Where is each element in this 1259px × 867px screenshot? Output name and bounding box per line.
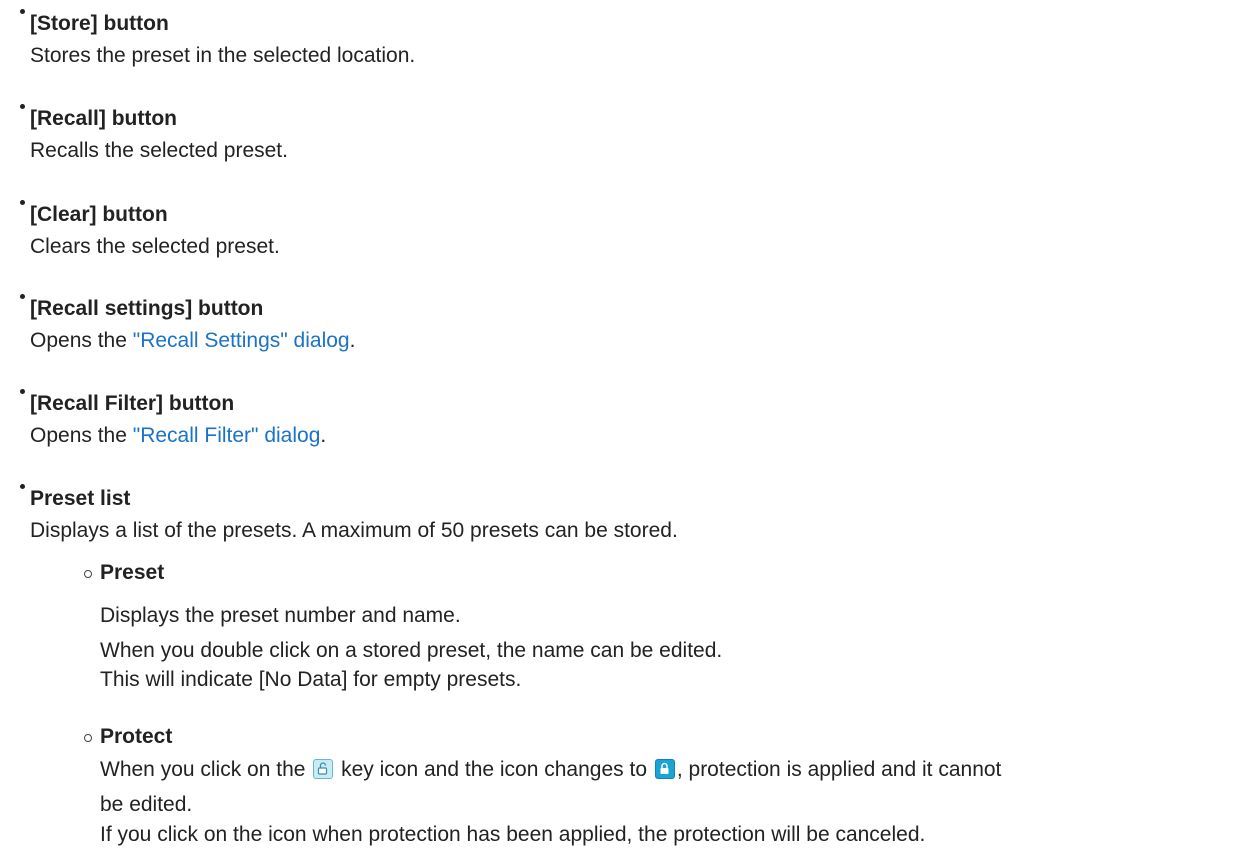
bullet	[20, 9, 25, 14]
sub-bullet	[84, 734, 92, 742]
item-description: Opens the "Recall Settings" dialog.	[30, 329, 355, 353]
bullet	[20, 200, 25, 205]
bullet	[20, 389, 25, 394]
preset-description-line: Displays the preset number and name.	[100, 604, 461, 627]
recall-settings-dialog-link[interactable]: "Recall Settings" dialog	[133, 329, 350, 352]
item-title: Preset list	[30, 487, 131, 510]
recall-filter-dialog-link[interactable]: "Recall Filter" dialog	[133, 424, 321, 447]
protect-description-line: If you click on the icon when protection…	[100, 823, 926, 846]
preset-description-line: When you double click on a stored preset…	[100, 639, 723, 662]
bullet	[20, 484, 25, 489]
item-description: Stores the preset in the selected locati…	[30, 44, 416, 67]
item-title: [Recall] button	[30, 107, 177, 130]
protect-text: , protection is applied and it cannot	[676, 758, 1002, 781]
item-title: [Store] button	[30, 12, 169, 35]
unlocked-key-icon	[313, 759, 334, 779]
desc-prefix: Opens the	[30, 329, 133, 352]
item-title: [Recall Filter] button	[30, 392, 235, 415]
sub-bullet	[84, 570, 92, 578]
desc-suffix: .	[349, 329, 356, 352]
protect-text: When you click on the	[100, 758, 306, 781]
bullet	[20, 294, 25, 299]
desc-prefix: Opens the	[30, 424, 133, 447]
item-description: Recalls the selected preset.	[30, 139, 288, 162]
document-page: [Store] button Stores the preset in the …	[0, 0, 1259, 867]
protect-description-line: be edited.	[100, 793, 193, 816]
item-description: Displays a list of the presets. A maximu…	[30, 519, 678, 542]
preset-description-line: This will indicate [No Data] for empty p…	[100, 668, 522, 691]
item-title: [Recall settings] button	[30, 297, 264, 320]
protect-text: key icon and the icon changes to	[341, 758, 647, 781]
desc-suffix: .	[320, 424, 327, 447]
item-title: [Clear] button	[30, 203, 168, 226]
locked-key-icon	[654, 759, 675, 779]
protect-description-line: When you click on the key icon and the i…	[100, 758, 1001, 782]
sub-item-title-protect: Protect	[100, 725, 173, 748]
item-description: Clears the selected preset.	[30, 235, 280, 258]
item-description: Opens the "Recall Filter" dialog.	[30, 424, 326, 448]
sub-item-title-preset: Preset	[100, 561, 165, 584]
bullet	[20, 104, 25, 109]
